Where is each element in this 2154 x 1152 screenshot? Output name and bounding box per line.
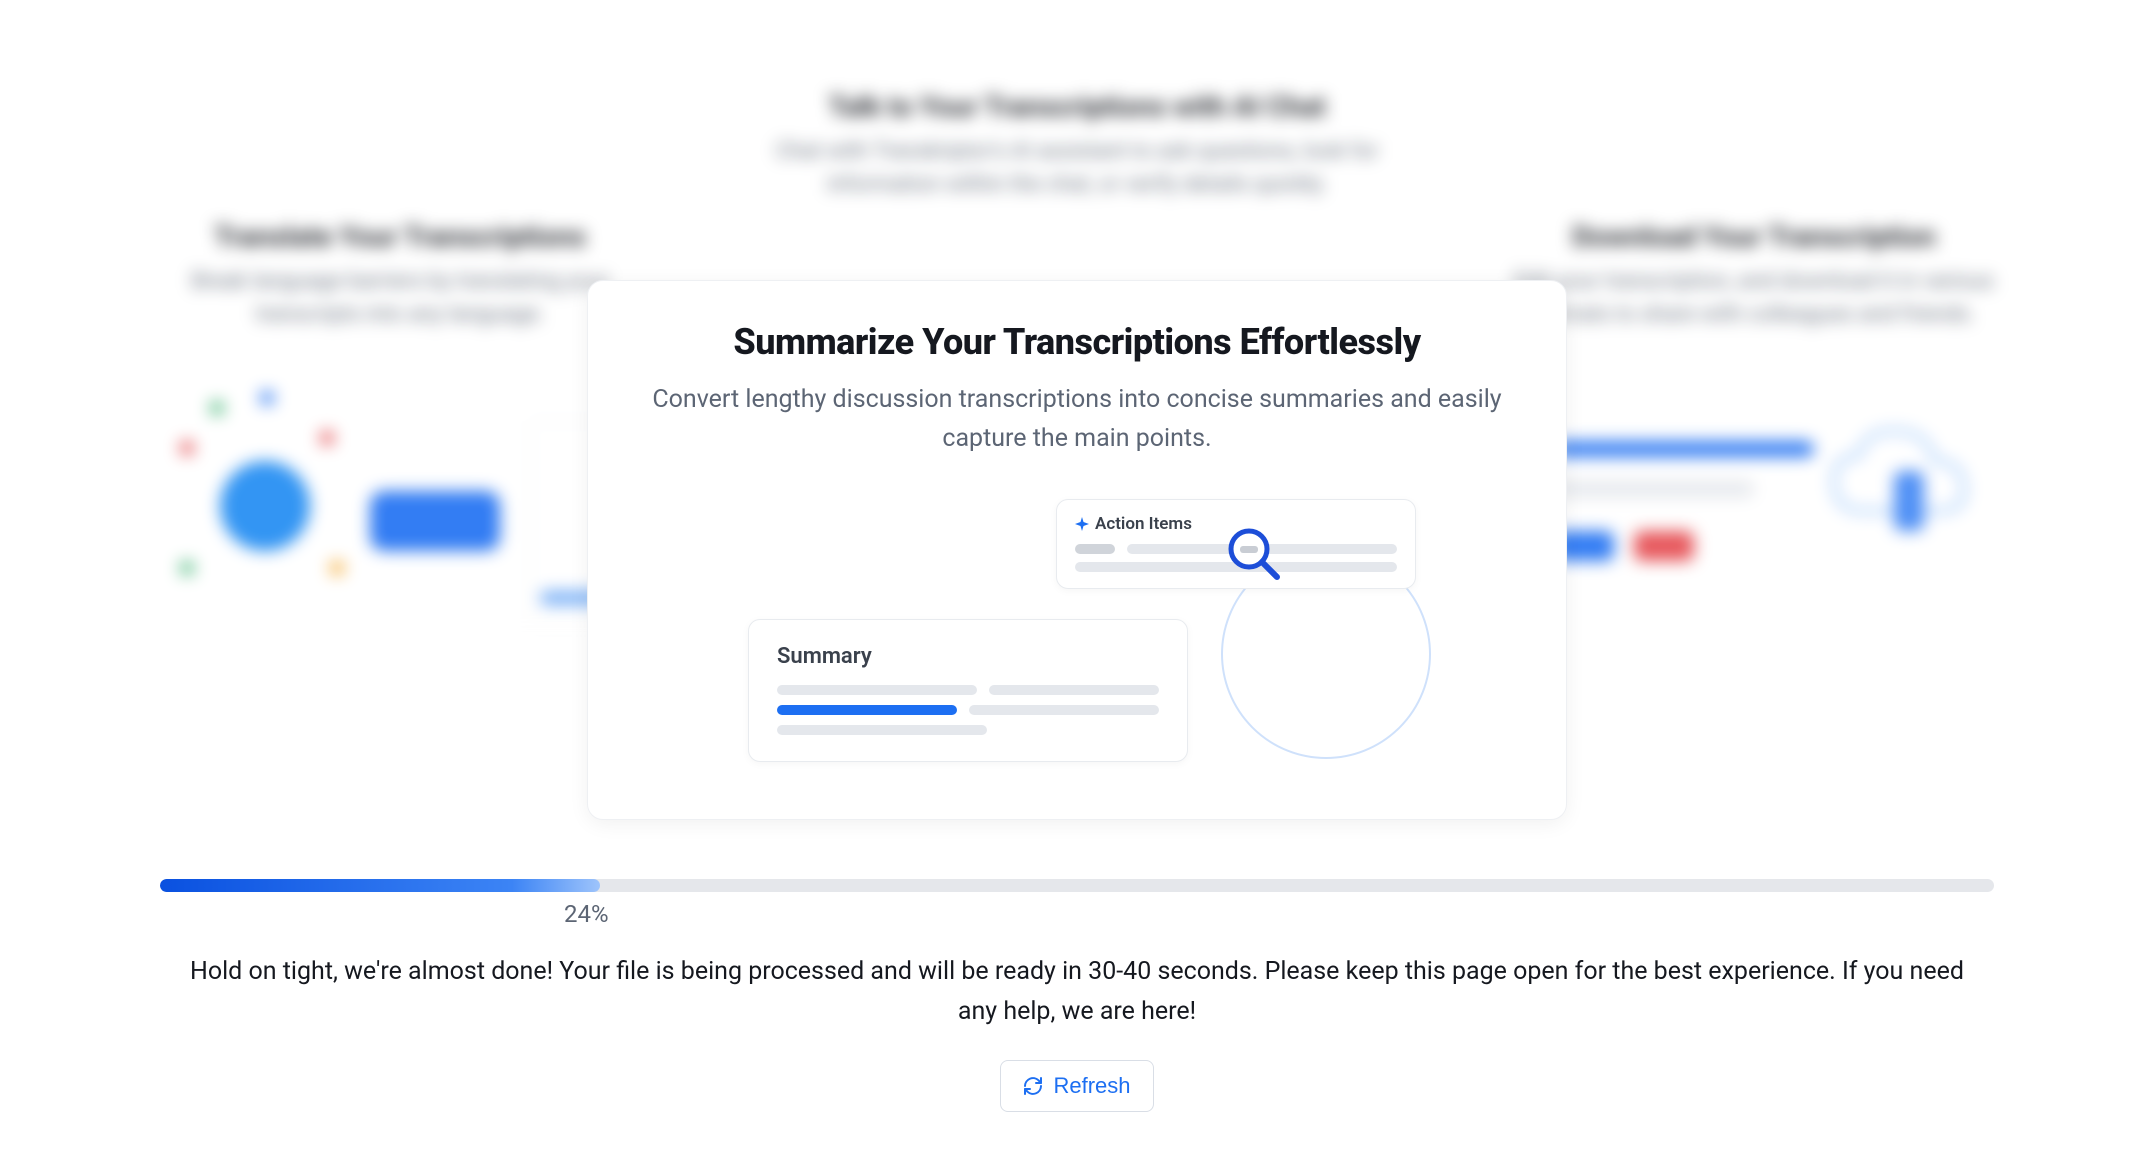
card-title: Summarize Your Transcriptions Effortless… <box>638 321 1516 363</box>
card-title: Download Your Transcription <box>1494 220 2014 253</box>
line-shape <box>1554 441 1814 457</box>
action-items-label: Action Items <box>1095 514 1192 534</box>
decorative-dot <box>180 441 194 455</box>
progress-bar <box>160 879 1994 892</box>
card-subtitle: Convert lengthy discussion transcription… <box>638 381 1516 459</box>
pill-shape <box>1634 531 1694 561</box>
summary-panel: Summary <box>748 619 1188 762</box>
progress-message: Hold on tight, we're almost done! Your f… <box>177 952 1977 1032</box>
globe-icon <box>220 461 310 551</box>
refresh-label: Refresh <box>1053 1073 1130 1099</box>
magnifier-icon <box>1225 525 1281 581</box>
refresh-button[interactable]: Refresh <box>1000 1060 1153 1112</box>
decorative-dot <box>330 561 344 575</box>
decorative-dot <box>210 401 224 415</box>
summarize-illustration: Action Items Summary <box>638 499 1516 779</box>
progress-percent: 24% <box>564 900 1994 928</box>
cloud-icon <box>1824 421 1984 551</box>
summary-label: Summary <box>777 644 1159 669</box>
sparkle-icon <box>1075 517 1089 531</box>
card-title: Talk to Your Transcriptions with AI Chat <box>737 90 1417 123</box>
decorative-dot <box>180 561 194 575</box>
card-title: Translate Your Transcriptions <box>140 220 660 253</box>
progress-section: 24% Hold on tight, we're almost done! Yo… <box>0 849 2154 1152</box>
line-shape <box>1554 481 1754 497</box>
progress-fill <box>160 879 600 892</box>
card-subtitle: Break language barriers by translating y… <box>140 265 660 331</box>
translate-button-shape <box>370 491 500 551</box>
feature-carousel: Talk to Your Transcriptions with AI Chat… <box>0 0 2154 870</box>
feature-card-summarize: Summarize Your Transcriptions Effortless… <box>587 280 1567 820</box>
decorative-dot <box>260 391 274 405</box>
decorative-dot <box>320 431 334 445</box>
feature-card-ai-chat: Talk to Your Transcriptions with AI Chat… <box>687 50 1467 241</box>
refresh-icon <box>1023 1076 1043 1096</box>
translate-illustration <box>140 361 660 641</box>
download-illustration <box>1494 361 2014 641</box>
card-subtitle: Edit your transcription, and download it… <box>1494 265 2014 331</box>
card-subtitle: Chat with Transkriptor's AI assistant to… <box>737 135 1417 201</box>
